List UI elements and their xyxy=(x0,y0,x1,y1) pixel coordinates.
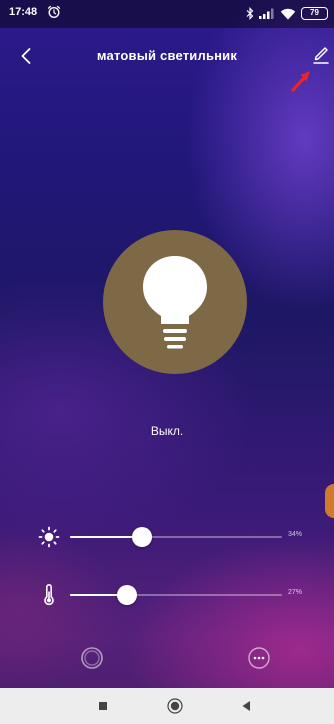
bluetooth-icon xyxy=(246,6,254,20)
power-state-label: Выкл. xyxy=(150,424,184,438)
more-dots-icon[interactable] xyxy=(246,645,272,671)
system-nav-bar xyxy=(0,688,334,724)
circle-home-icon[interactable] xyxy=(167,698,183,714)
battery-icon: 79 xyxy=(301,6,328,20)
back-button[interactable] xyxy=(16,44,36,68)
status-icons: 79 xyxy=(246,5,328,21)
signal-icon xyxy=(259,8,274,19)
color-temperature-slider-row: 27% xyxy=(0,580,334,610)
wifi-icon xyxy=(280,8,296,20)
brightness-value: 34% xyxy=(288,531,303,538)
lamp-toggle-button[interactable] xyxy=(103,230,247,374)
status-bar: 17:48 79 xyxy=(0,0,334,28)
ring-icon[interactable] xyxy=(79,645,105,671)
color-temperature-value: 27% xyxy=(288,589,303,596)
brightness-slider-row: 34% xyxy=(0,522,334,552)
pencil-edit-button[interactable] xyxy=(310,42,332,66)
triangle-back-icon[interactable] xyxy=(238,698,254,714)
alarm-clock-icon xyxy=(47,5,61,19)
lightbulb-icon xyxy=(143,256,207,349)
page-title: матовый светильник xyxy=(96,48,238,63)
color-temperature-slider-track[interactable] xyxy=(70,585,282,605)
status-time: 17:48 xyxy=(9,6,38,18)
red-arrow-icon xyxy=(291,71,310,92)
app-screen: 17:48 79 матовый светильник Выкл. 34% 27… xyxy=(0,0,334,724)
square-recents-icon[interactable] xyxy=(95,698,111,714)
brightness-slider-thumb[interactable] xyxy=(132,527,153,547)
brightness-slider-track[interactable] xyxy=(70,527,282,547)
thermometer-icon xyxy=(44,584,54,606)
color-temperature-slider-thumb[interactable] xyxy=(117,585,138,605)
sun-icon xyxy=(38,526,60,548)
side-panel-handle[interactable] xyxy=(325,484,334,518)
